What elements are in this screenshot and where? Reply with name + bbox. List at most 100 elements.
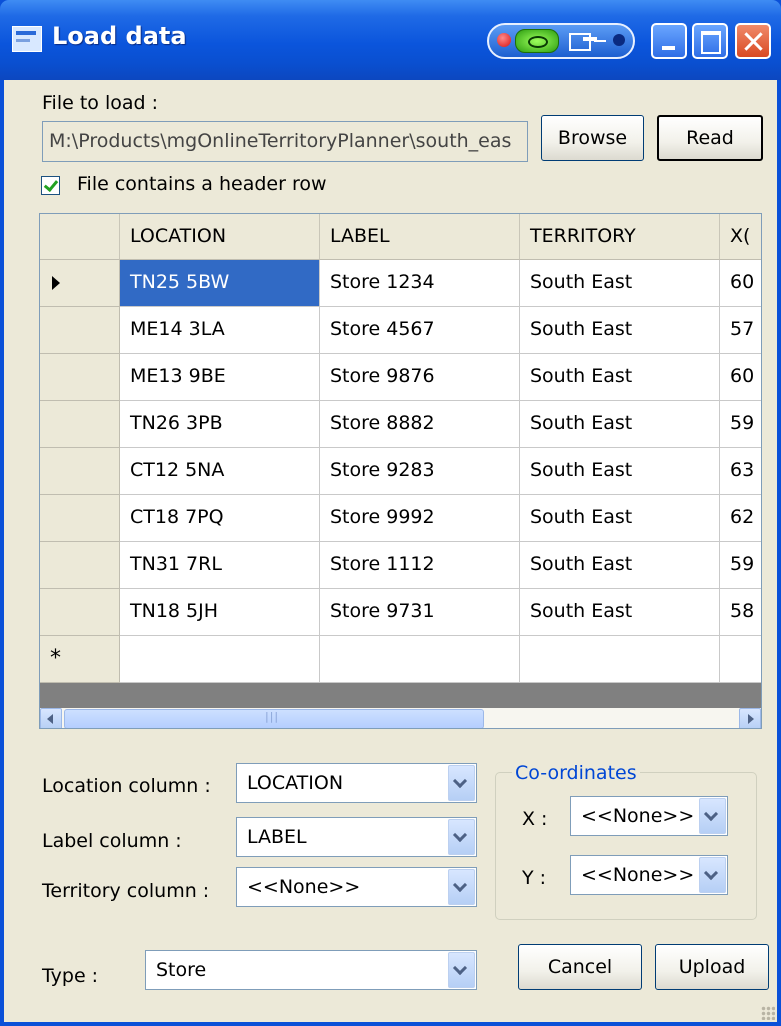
scroll-thumb[interactable] (64, 709, 484, 728)
table-cell[interactable]: ME13 9BE (120, 354, 320, 401)
location-column-value: LOCATION (247, 772, 344, 794)
table-cell[interactable]: South East (520, 495, 720, 542)
header-row-checkbox[interactable] (41, 176, 60, 195)
chevron-down-icon[interactable] (448, 819, 475, 855)
table-cell[interactable] (720, 636, 761, 683)
table-cell[interactable]: 59 (720, 542, 761, 589)
browse-button[interactable]: Browse (541, 115, 644, 161)
maximize-button[interactable] (692, 23, 728, 59)
table-cell[interactable]: 58 (720, 589, 761, 636)
table-cell[interactable]: TN31 7RL (120, 542, 320, 589)
coordinates-group (495, 772, 757, 920)
chevron-down-icon[interactable] (448, 869, 475, 905)
move-window-icon[interactable] (567, 29, 607, 53)
row-header[interactable] (40, 589, 120, 636)
type-select[interactable]: Store (145, 950, 477, 990)
chevron-down-icon[interactable] (699, 857, 726, 893)
table-cell[interactable]: South East (520, 448, 720, 495)
nvidia-icon[interactable] (515, 29, 559, 53)
table-cell[interactable]: TN25 5BW (120, 260, 320, 307)
table-cell[interactable]: TN26 3PB (120, 401, 320, 448)
table-cell[interactable]: TN18 5JH (120, 589, 320, 636)
read-button[interactable]: Read (657, 115, 763, 161)
table-cell[interactable]: South East (520, 260, 720, 307)
row-header[interactable] (40, 260, 120, 307)
territory-column-value: <<None>> (247, 876, 361, 898)
data-grid[interactable]: LOCATION LABEL TERRITORY X( TN25 5BW Sto… (39, 213, 762, 729)
grid-corner-header[interactable] (40, 214, 120, 260)
row-header[interactable] (40, 495, 120, 542)
close-button[interactable] (735, 23, 771, 59)
row-header[interactable] (40, 542, 120, 589)
chevron-down-icon[interactable] (448, 952, 475, 988)
table-cell[interactable] (520, 636, 720, 683)
type-label: Type : (42, 965, 99, 987)
file-path-field[interactable]: M:\Products\mgOnlineTerritoryPlanner\sou… (42, 121, 528, 162)
title-extra-buttons (487, 23, 635, 59)
table-cell[interactable]: South East (520, 401, 720, 448)
scroll-left-button[interactable] (40, 708, 62, 728)
header-row-label: File contains a header row (77, 173, 327, 195)
table-cell[interactable]: Store 9283 (320, 448, 520, 495)
menu-dot-icon[interactable] (613, 34, 625, 46)
label-column-value: LABEL (247, 826, 307, 848)
territory-column-select[interactable]: <<None>> (236, 867, 477, 907)
column-header-territory[interactable]: TERRITORY (520, 214, 720, 260)
table-cell[interactable]: Store 9731 (320, 589, 520, 636)
table-cell[interactable]: Store 8882 (320, 401, 520, 448)
y-coordinate-select[interactable]: <<None>> (570, 855, 728, 895)
cancel-button[interactable]: Cancel (518, 944, 642, 990)
label-column-select[interactable]: LABEL (236, 817, 477, 857)
table-cell[interactable]: Store 1234 (320, 260, 520, 307)
location-column-select[interactable]: LOCATION (236, 763, 477, 803)
table-cell[interactable]: South East (520, 542, 720, 589)
row-header[interactable] (40, 307, 120, 354)
location-column-label: Location column : (42, 775, 211, 797)
app-icon[interactable] (12, 26, 42, 52)
table-cell[interactable] (320, 636, 520, 683)
table-cell[interactable]: 57 (720, 307, 761, 354)
table-cell[interactable]: Store 9992 (320, 495, 520, 542)
horizontal-scrollbar[interactable] (40, 708, 761, 728)
pin-icon[interactable] (497, 33, 511, 47)
table-cell[interactable]: 63 (720, 448, 761, 495)
table-cell[interactable]: CT12 5NA (120, 448, 320, 495)
x-coordinate-value: <<None>> (581, 805, 695, 827)
table-cell[interactable]: 60 (720, 260, 761, 307)
row-header[interactable]: * (40, 636, 120, 683)
chevron-down-icon[interactable] (699, 798, 726, 834)
table-cell[interactable]: South East (520, 589, 720, 636)
chevron-down-icon[interactable] (448, 765, 475, 801)
current-row-icon (52, 276, 60, 290)
type-value: Store (156, 959, 207, 981)
column-header-x[interactable]: X( (720, 214, 761, 260)
row-header[interactable] (40, 354, 120, 401)
new-row-marker: * (50, 646, 61, 671)
row-header[interactable] (40, 401, 120, 448)
table-cell[interactable]: 60 (720, 354, 761, 401)
column-header-location[interactable]: LOCATION (120, 214, 320, 260)
table-cell[interactable]: Store 1112 (320, 542, 520, 589)
row-header[interactable] (40, 448, 120, 495)
table-cell[interactable]: South East (520, 354, 720, 401)
window-title: Load data (52, 22, 187, 50)
x-coordinate-select[interactable]: <<None>> (570, 796, 728, 836)
x-coordinate-label: X : (522, 808, 548, 830)
table-cell[interactable] (120, 636, 320, 683)
file-to-load-label: File to load : (42, 92, 158, 114)
table-cell[interactable]: Store 4567 (320, 307, 520, 354)
scroll-right-button[interactable] (739, 708, 761, 728)
table-cell[interactable]: South East (520, 307, 720, 354)
table-cell[interactable]: 59 (720, 401, 761, 448)
table-cell[interactable]: ME14 3LA (120, 307, 320, 354)
territory-column-label: Territory column : (42, 880, 210, 902)
resize-grip[interactable] (761, 1006, 775, 1020)
column-header-label[interactable]: LABEL (320, 214, 520, 260)
minimize-button[interactable] (651, 23, 687, 59)
table-cell[interactable]: Store 9876 (320, 354, 520, 401)
table-cell[interactable]: 62 (720, 495, 761, 542)
upload-button[interactable]: Upload (655, 944, 769, 990)
label-column-label: Label column : (42, 830, 182, 852)
title-bar[interactable]: Load data (0, 0, 781, 80)
table-cell[interactable]: CT18 7PQ (120, 495, 320, 542)
